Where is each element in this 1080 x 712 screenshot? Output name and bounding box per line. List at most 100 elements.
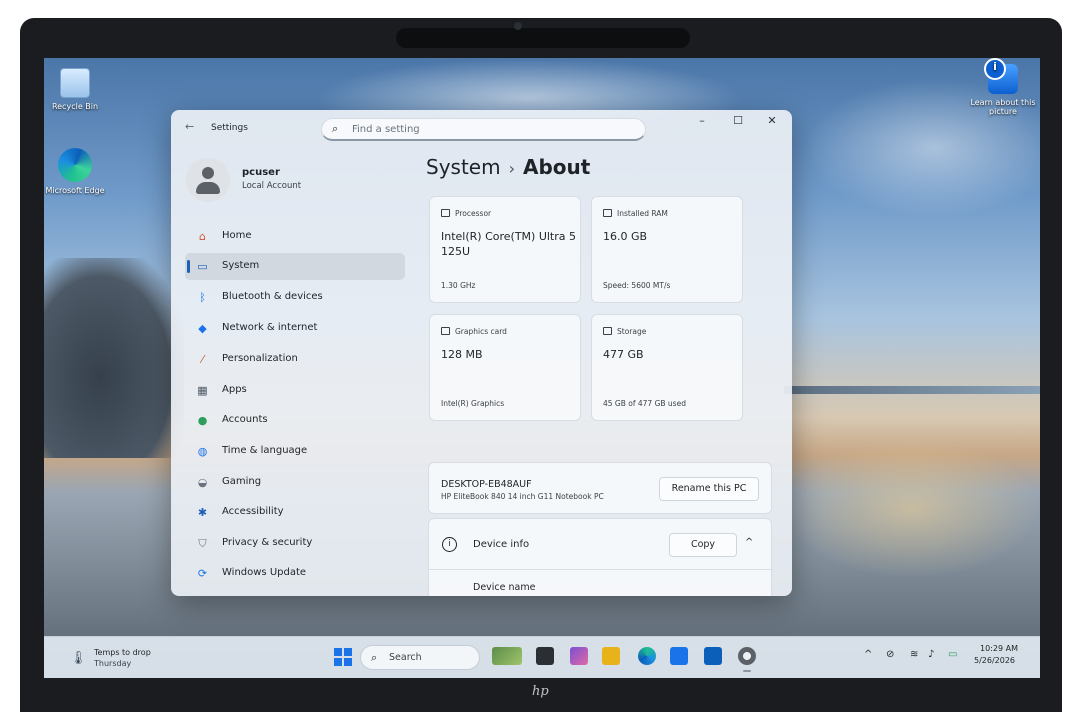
pc-model: HP EliteBook 840 14 inch G11 Notebook PC: [441, 492, 604, 501]
copy-button[interactable]: Copy: [669, 533, 737, 557]
sidebar-item-personalization[interactable]: ⁄ Personalization: [185, 346, 405, 373]
graphics-card-icon: [441, 327, 450, 335]
search-icon: ⌕: [371, 651, 378, 664]
spec-title: Storage: [617, 327, 647, 336]
weather-line-1[interactable]: Temps to drop: [94, 648, 151, 657]
ram-icon: [603, 209, 612, 217]
processor-icon: [441, 209, 450, 217]
taskbar-search[interactable]: ⌕ Search: [360, 645, 480, 670]
sidebar-item-privacy-security[interactable]: ⛉ Privacy & security: [185, 530, 405, 557]
desktop-icon-label: Microsoft Edge: [45, 186, 105, 195]
battery-icon[interactable]: ▭: [948, 649, 957, 660]
avatar[interactable]: [186, 158, 230, 202]
spec-value: Intel(R) Core(TM) Ultra 5 125U: [441, 230, 577, 258]
task-view-icon[interactable]: [536, 647, 554, 665]
maximize-button[interactable]: ☐: [726, 114, 750, 127]
desktop-icon-label: Learn about this picture: [970, 98, 1036, 116]
profile-account-type: Local Account: [242, 181, 302, 191]
store-icon[interactable]: [670, 647, 688, 665]
taskbar-search-placeholder: Search: [389, 652, 422, 663]
spec-detail: Intel(R) Graphics: [441, 399, 505, 408]
breadcrumb-separator: ›: [508, 159, 515, 178]
sidebar-item-windows-update[interactable]: ⟳ Windows Update: [185, 560, 405, 587]
windows-update-icon: ⟳: [197, 567, 208, 580]
camera-bar: [396, 28, 690, 48]
page-title: System › About: [426, 155, 590, 179]
webcam: [514, 22, 522, 30]
spec-card-processor: Processor Intel(R) Core(TM) Ultra 5 125U…: [429, 196, 581, 303]
spec-detail: 1.30 GHz: [441, 281, 476, 290]
accounts-icon: ●: [197, 414, 208, 427]
wallpaper-horizon: [784, 386, 1040, 394]
chevron-up-icon[interactable]: ^: [745, 537, 753, 548]
edge-icon: [58, 148, 92, 182]
desktop-icon-learn-about-picture[interactable]: Learn about this picture: [968, 58, 1038, 116]
spec-detail: Speed: 5600 MT/s: [603, 281, 671, 290]
spec-value: 16.0 GB: [603, 230, 648, 243]
selected-indicator: [187, 260, 190, 273]
sidebar-item-system[interactable]: ▭ System: [185, 253, 405, 280]
close-button[interactable]: ✕: [760, 114, 784, 127]
cloud-icon[interactable]: ⊘: [886, 649, 894, 660]
shield-icon: ⛉: [198, 537, 207, 550]
start-button[interactable]: [334, 648, 352, 666]
device-name-label: Device name: [473, 582, 536, 593]
taskbar: 🌡 Temps to drop Thursday ⌕ Search ^ ⊘ ≋ …: [44, 636, 1040, 678]
sidebar-item-accessibility[interactable]: ✱ Accessibility: [185, 499, 405, 526]
show-hidden-icons-chevron[interactable]: ^: [864, 649, 872, 660]
spec-title: Installed RAM: [617, 209, 668, 218]
weather-icon[interactable]: 🌡: [70, 651, 87, 667]
sidebar-item-time-language[interactable]: ◍ Time & language: [185, 438, 405, 465]
outlook-icon[interactable]: [704, 647, 722, 665]
clock-date[interactable]: 5/26/2026: [974, 656, 1015, 665]
hp-logo: hp: [532, 684, 549, 699]
profile-name: pcuser: [242, 167, 280, 178]
device-info-card: i Device info Copy ^ Device name: [428, 518, 773, 596]
file-explorer-icon[interactable]: [602, 647, 620, 665]
spotlight-info-icon: [984, 58, 1018, 94]
clock-time[interactable]: 10:29 AM: [980, 644, 1018, 653]
settings-search-input[interactable]: ⌕ Find a setting: [321, 118, 646, 141]
spec-card-storage: Storage 477 GB 45 GB of 477 GB used: [591, 314, 743, 421]
search-placeholder: Find a setting: [352, 124, 420, 135]
wallpaper-rocks: [44, 258, 184, 458]
accessibility-icon: ✱: [197, 506, 208, 519]
search-icon: ⌕: [332, 122, 339, 135]
wallpaper-sea-glow: [784, 438, 1040, 578]
copilot-icon[interactable]: [570, 647, 588, 665]
spec-card-ram: Installed RAM 16.0 GB Speed: 5600 MT/s: [591, 196, 743, 303]
volume-icon[interactable]: ♪: [928, 649, 934, 660]
desktop-icon-label: Recycle Bin: [51, 102, 99, 111]
spec-value: 477 GB: [603, 348, 644, 361]
sidebar-item-home[interactable]: ⌂ Home: [185, 223, 405, 250]
sidebar-item-network[interactable]: ◆ Network & internet: [185, 315, 405, 342]
settings-window: ← Settings ⌕ Find a setting – ☐ ✕ pcuser…: [171, 110, 792, 596]
device-info-title: Device info: [473, 539, 530, 550]
rename-pc-button[interactable]: Rename this PC: [659, 477, 759, 501]
pc-name: DESKTOP-EB48AUF: [441, 479, 532, 490]
spec-title: Graphics card: [455, 327, 507, 336]
settings-taskbar-icon[interactable]: [738, 647, 756, 672]
sidebar-item-apps[interactable]: ▦ Apps: [185, 377, 405, 404]
minimize-button[interactable]: –: [690, 114, 714, 127]
edge-taskbar-icon[interactable]: [638, 647, 656, 665]
desktop-icon-recycle-bin[interactable]: Recycle Bin: [40, 68, 110, 111]
sidebar-item-gaming[interactable]: ◒ Gaming: [185, 469, 405, 496]
recycle-bin-icon: [60, 68, 90, 98]
sidebar-item-bluetooth[interactable]: ᛒ Bluetooth & devices: [185, 284, 405, 311]
widgets-icon[interactable]: [492, 647, 522, 665]
divider: [429, 569, 773, 570]
desktop-icon-edge[interactable]: Microsoft Edge: [40, 148, 110, 195]
info-icon: i: [442, 537, 457, 552]
weather-line-2[interactable]: Thursday: [94, 659, 131, 668]
pc-name-card: DESKTOP-EB48AUF HP EliteBook 840 14 inch…: [428, 462, 772, 514]
spec-detail: 45 GB of 477 GB used: [603, 399, 686, 408]
back-arrow-icon[interactable]: ←: [185, 120, 194, 133]
title-bar: ← Settings ⌕ Find a setting – ☐ ✕: [171, 110, 792, 148]
network-icon: ◆: [198, 322, 207, 335]
spec-value: 128 MB: [441, 348, 483, 361]
spec-card-graphics: Graphics card 128 MB Intel(R) Graphics: [429, 314, 581, 421]
sidebar-item-accounts[interactable]: ● Accounts: [185, 407, 405, 434]
breadcrumb-parent[interactable]: System: [426, 155, 501, 179]
wifi-icon[interactable]: ≋: [910, 649, 918, 660]
